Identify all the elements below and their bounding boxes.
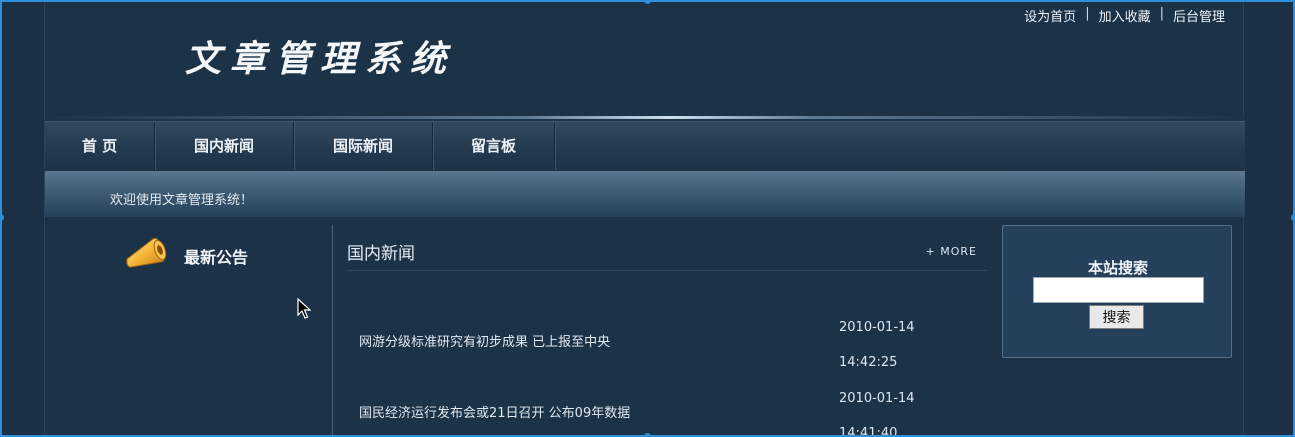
top-links: 设为首页 | 加入收藏 | 后台管理 — [1024, 6, 1225, 25]
more-link[interactable]: + MORE — [926, 245, 977, 258]
admin-link[interactable]: 后台管理 — [1173, 6, 1225, 25]
resize-handle-bottom[interactable] — [644, 433, 651, 437]
link-separator: | — [1159, 6, 1164, 21]
news-item-date: 2010-01-14 14:42:25 — [839, 313, 939, 377]
set-homepage-link[interactable]: 设为首页 — [1024, 6, 1076, 25]
page-container: 文章管理系统 设为首页 | 加入收藏 | 后台管理 首 页 国内新闻 国际新闻 … — [44, 0, 1245, 437]
search-input[interactable] — [1033, 277, 1204, 303]
header-divider — [45, 116, 1245, 119]
column-divider — [332, 225, 333, 437]
news-item-date: 2010-01-14 14:41:40 — [839, 384, 939, 437]
welcome-bar: 欢迎使用文章管理系统！ — [45, 171, 1245, 217]
link-separator: | — [1085, 6, 1090, 21]
nav-item-domestic-news[interactable]: 国内新闻 — [155, 122, 294, 170]
site-logo[interactable]: 文章管理系统 — [185, 30, 455, 82]
news-item: 网游分级标准研究有初步成果 已上报至中央 2010-01-14 14:42:25 — [359, 305, 979, 375]
megaphone-icon — [126, 237, 167, 268]
search-button[interactable]: 搜索 — [1089, 305, 1144, 329]
main-nav: 首 页 国内新闻 国际新闻 留言板 — [45, 121, 1245, 171]
news-item: 国民经济运行发布会或21日召开 公布09年数据 2010-01-14 14:41… — [359, 376, 979, 437]
news-date-day: 2010-01-14 — [839, 320, 915, 335]
news-date-time: 14:41:40 — [839, 426, 898, 437]
news-date-time: 14:42:25 — [839, 355, 898, 370]
mouse-cursor-icon — [297, 298, 311, 319]
news-header: 国内新闻 + MORE — [347, 225, 987, 271]
news-item-title[interactable]: 网游分级标准研究有初步成果 已上报至中央 — [359, 331, 610, 350]
nav-item-international-news[interactable]: 国际新闻 — [294, 122, 433, 170]
site-search-panel: 本站搜索 搜索 — [1002, 225, 1232, 358]
notice-panel: 最新公告 — [45, 225, 333, 437]
add-favorite-link[interactable]: 加入收藏 — [1099, 6, 1151, 25]
news-date-day: 2010-01-14 — [839, 391, 915, 406]
news-panel-title: 国内新闻 — [347, 244, 415, 264]
nav-item-home[interactable]: 首 页 — [45, 122, 155, 170]
domestic-news-panel: 国内新闻 + MORE 网游分级标准研究有初步成果 已上报至中央 2010-01… — [347, 225, 987, 437]
welcome-text: 欢迎使用文章管理系统！ — [110, 193, 254, 208]
news-item-title[interactable]: 国民经济运行发布会或21日召开 公布09年数据 — [359, 402, 630, 421]
resize-handle-left[interactable] — [0, 214, 4, 221]
site-header: 文章管理系统 设为首页 | 加入收藏 | 后台管理 — [45, 0, 1245, 118]
nav-item-guestbook[interactable]: 留言板 — [433, 122, 555, 170]
notice-title: 最新公告 — [184, 248, 249, 267]
search-title: 本站搜索 — [1087, 259, 1148, 277]
resize-handle-right[interactable] — [1291, 214, 1295, 221]
